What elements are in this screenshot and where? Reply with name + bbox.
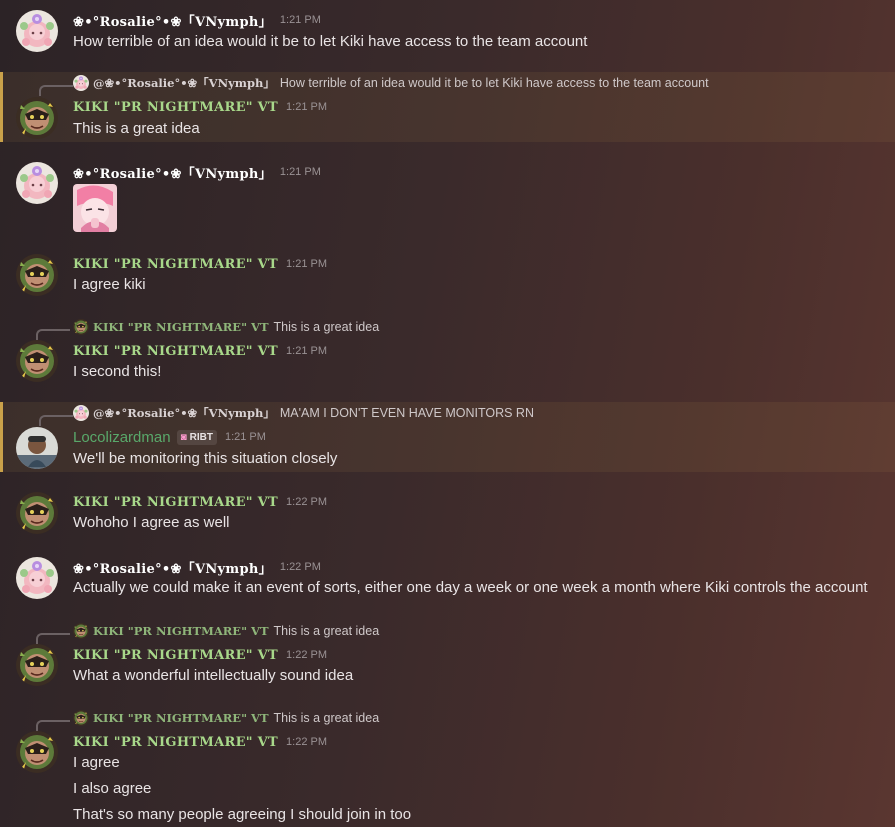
reply-preview[interactable]: KIKI "PR NIGHTMARE" VT This is a great i… <box>73 318 379 336</box>
avatar[interactable] <box>16 492 58 534</box>
username[interactable]: ❀•°Rosalie°•❀「VNymph」 <box>73 558 272 577</box>
message-item: KIKI "PR NIGHTMARE" VT 1:22 PM Wohoho I … <box>0 484 895 542</box>
timestamp: 1:21 PM <box>279 166 321 178</box>
message-item: @❀•°Rosalie°•❀「VNymph」 MA'AM I DON'T EVE… <box>0 402 895 472</box>
message-text: How terrible of an idea would it be to l… <box>73 33 588 50</box>
chat-message-list: ❀•°Rosalie°•❀「VNymph」 1:21 PM How terrib… <box>0 0 895 827</box>
message-text: Actually we could make it an event of so… <box>73 579 868 596</box>
timestamp: 1:21 PM <box>286 101 328 113</box>
avatar[interactable] <box>16 254 58 296</box>
message-item: ❀•°Rosalie°•❀「VNymph」 1:22 PM Actually w… <box>0 550 895 608</box>
avatar[interactable] <box>16 340 58 382</box>
reply-spine <box>36 633 70 644</box>
message-item: ❀•°Rosalie°•❀「VNymph」 1:21 PM How terrib… <box>0 0 895 66</box>
reply-text: How terrible of an idea would it be to l… <box>279 76 709 90</box>
message-text: That's so many people agreeing I should … <box>73 806 412 823</box>
reply-spine <box>39 415 73 426</box>
avatar[interactable] <box>16 557 58 599</box>
reply-avatar <box>73 405 89 421</box>
message-item: KIKI "PR NIGHTMARE" VT This is a great i… <box>0 707 895 827</box>
reply-author[interactable]: KIKI "PR NIGHTMARE" VT <box>93 711 269 725</box>
message-text: We'll be monitoring this situation close… <box>73 450 338 467</box>
role-badge-label: RIBT <box>189 431 213 443</box>
reply-preview[interactable]: KIKI "PR NIGHTMARE" VT This is a great i… <box>73 622 379 640</box>
reply-author[interactable]: @❀•°Rosalie°•❀「VNymph」 <box>93 405 275 421</box>
reply-author[interactable]: KIKI "PR NIGHTMARE" VT <box>93 624 269 638</box>
username[interactable]: ❀•°Rosalie°•❀「VNymph」 <box>73 11 272 30</box>
reply-author[interactable]: KIKI "PR NIGHTMARE" VT <box>93 320 269 334</box>
reply-spine <box>39 85 73 96</box>
avatar[interactable] <box>16 10 58 52</box>
message-text: I agree kiki <box>73 276 146 293</box>
message-text: What a wonderful intellectually sound id… <box>73 667 354 684</box>
reply-avatar <box>73 710 89 726</box>
avatar[interactable] <box>16 427 58 469</box>
reply-preview[interactable]: KIKI "PR NIGHTMARE" VT This is a great i… <box>73 709 379 727</box>
reply-text: MA'AM I DON'T EVEN HAVE MONITORS RN <box>279 406 534 420</box>
username[interactable]: KIKI "PR NIGHTMARE" VT <box>73 344 278 359</box>
sticker-image[interactable] <box>73 184 117 232</box>
message-text: I agree <box>73 754 120 771</box>
message-item: KIKI "PR NIGHTMARE" VT 1:21 PM I agree k… <box>0 246 895 306</box>
timestamp: 1:21 PM <box>286 258 328 270</box>
avatar[interactable] <box>16 97 58 139</box>
timestamp: 1:21 PM <box>286 345 328 357</box>
timestamp: 1:21 PM <box>224 431 266 443</box>
reply-preview[interactable]: @❀•°Rosalie°•❀「VNymph」 How terrible of a… <box>73 74 709 92</box>
timestamp: 1:22 PM <box>279 561 321 573</box>
message-item: ❀•°Rosalie°•❀「VNymph」 1:21 PM <box>0 154 895 240</box>
message-text: This is a great idea <box>73 120 200 137</box>
reply-text: This is a great idea <box>273 711 380 725</box>
reply-preview[interactable]: @❀•°Rosalie°•❀「VNymph」 MA'AM I DON'T EVE… <box>73 404 534 422</box>
role-badge[interactable]: ◙ RIBT <box>176 429 217 445</box>
message-text: Wohoho I agree as well <box>73 514 230 531</box>
reply-avatar <box>73 75 89 91</box>
username[interactable]: KIKI "PR NIGHTMARE" VT <box>73 495 278 510</box>
message-text: I also agree <box>73 780 152 797</box>
username[interactable]: KIKI "PR NIGHTMARE" VT <box>73 735 278 750</box>
reply-text: This is a great idea <box>273 320 380 334</box>
username[interactable]: KIKI "PR NIGHTMARE" VT <box>73 100 278 115</box>
timestamp: 1:22 PM <box>286 649 328 661</box>
avatar[interactable] <box>16 644 58 686</box>
message-item: KIKI "PR NIGHTMARE" VT This is a great i… <box>0 316 895 388</box>
reply-avatar <box>73 319 89 335</box>
message-text: I second this! <box>73 363 162 380</box>
message-item: KIKI "PR NIGHTMARE" VT This is a great i… <box>0 620 895 692</box>
avatar[interactable] <box>16 731 58 773</box>
timestamp: 1:22 PM <box>286 496 328 508</box>
tag-icon: ◙ <box>180 431 187 443</box>
username[interactable]: KIKI "PR NIGHTMARE" VT <box>73 648 278 663</box>
timestamp: 1:22 PM <box>286 736 328 748</box>
username[interactable]: ❀•°Rosalie°•❀「VNymph」 <box>73 163 272 182</box>
reply-spine <box>36 329 70 340</box>
username[interactable]: KIKI "PR NIGHTMARE" VT <box>73 257 278 272</box>
reply-avatar <box>73 623 89 639</box>
reply-spine <box>36 720 70 731</box>
timestamp: 1:21 PM <box>279 14 321 26</box>
message-item: @❀•°Rosalie°•❀「VNymph」 How terrible of a… <box>0 72 895 142</box>
reply-text: This is a great idea <box>273 624 380 638</box>
reply-author[interactable]: @❀•°Rosalie°•❀「VNymph」 <box>93 75 275 91</box>
username[interactable]: Locolizardman <box>73 429 171 446</box>
avatar[interactable] <box>16 162 58 204</box>
